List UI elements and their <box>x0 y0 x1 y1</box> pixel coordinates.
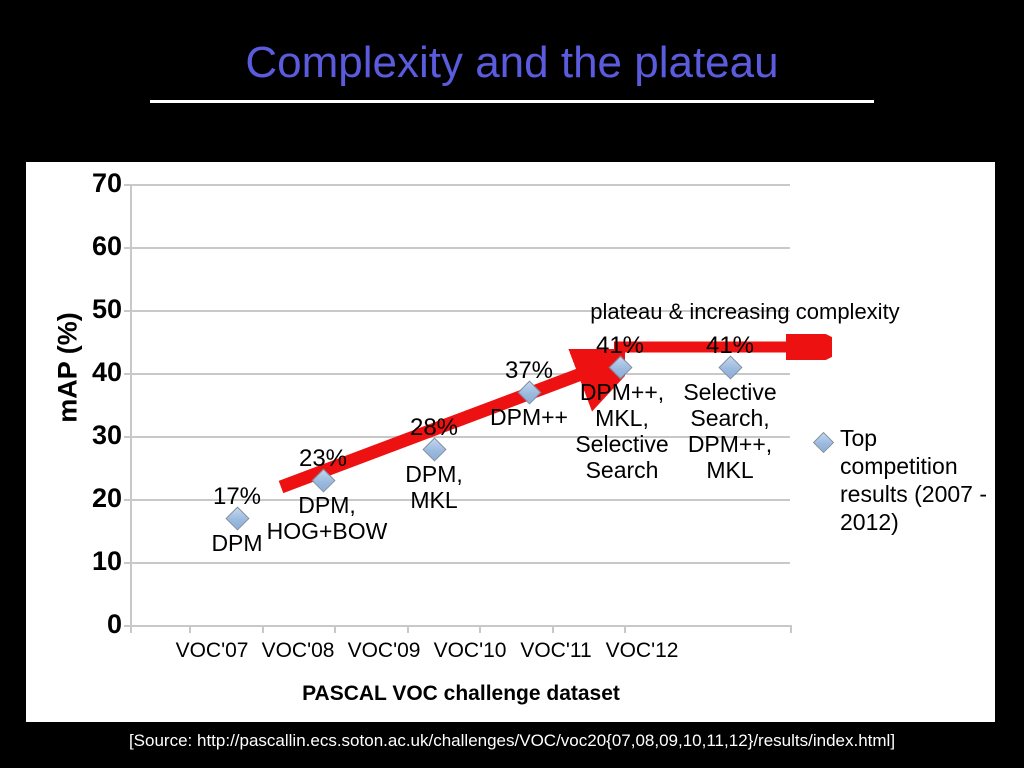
x-axis-title: PASCAL VOC challenge dataset <box>302 682 620 705</box>
y-tick-mark <box>124 499 131 501</box>
y-tick-label: 0 <box>106 609 122 639</box>
y-tick-mark <box>124 184 131 186</box>
y-tick-mark <box>124 562 131 564</box>
y-axis-ticks: 70 60 50 40 30 20 10 0 <box>62 170 122 638</box>
y-tick-mark <box>124 310 131 312</box>
y-tick-label: 30 <box>91 420 122 450</box>
x-tick-mark <box>407 625 409 633</box>
page-title: Complexity and the plateau <box>245 38 779 87</box>
point-method-label: DPM, MKL <box>405 461 463 513</box>
x-tick-mark <box>130 625 132 633</box>
gridline <box>130 247 790 249</box>
plot-area: plateau & increasing complexity 17% DPM <box>124 184 900 627</box>
y-tick-mark <box>124 373 131 375</box>
y-tick-label: 10 <box>91 546 122 576</box>
x-tick-mark <box>552 625 554 633</box>
y-tick-label: 20 <box>91 483 122 513</box>
gridline <box>130 184 790 186</box>
x-tick-mark <box>262 625 264 633</box>
y-tick-label: 70 <box>91 168 122 198</box>
x-tick-mark <box>334 625 336 633</box>
y-tick-label: 40 <box>91 357 122 387</box>
x-tick-mark <box>189 625 191 633</box>
annotation-plateau-text: plateau & increasing complexity <box>590 299 900 324</box>
x-tick-mark <box>624 625 626 633</box>
y-tick-mark <box>124 436 131 438</box>
chart-panel: mAP (%) 70 60 50 40 30 20 10 0 plateau &… <box>26 162 995 722</box>
x-tick-mark <box>479 625 481 633</box>
legend-diamond-icon <box>812 431 835 454</box>
x-tick-label-voc12: VOC'12 <box>605 639 679 662</box>
source-citation: [Source: http://pascallin.ecs.soton.ac.u… <box>128 731 896 750</box>
x-axis-line <box>130 625 792 627</box>
y-tick-mark <box>124 247 131 249</box>
point-method-label: Selective Search, DPM++, MKL <box>683 379 777 483</box>
gridline <box>130 562 790 564</box>
y-axis-line <box>130 184 132 625</box>
legend-entry-label: Top competition results (2007 - 2012) <box>840 425 988 535</box>
title-divider <box>150 100 874 103</box>
y-tick-label: 50 <box>91 294 122 324</box>
y-tick-label: 60 <box>91 231 122 261</box>
x-tick-mark <box>790 625 792 633</box>
